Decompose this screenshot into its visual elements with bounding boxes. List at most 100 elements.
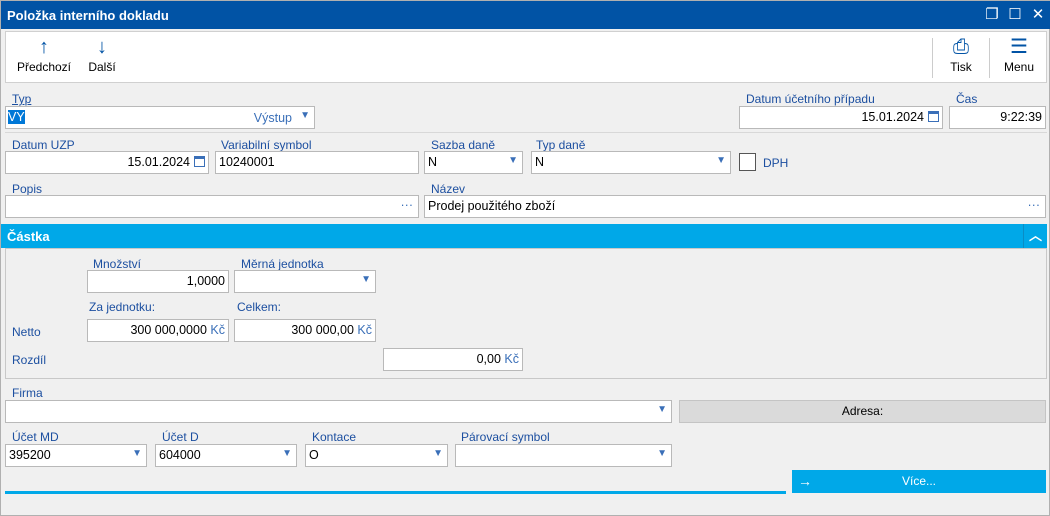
dropdown-icon: ▼ <box>300 110 310 121</box>
dropdown-icon: ▼ <box>508 155 518 166</box>
maximize-icon[interactable]: ☐ <box>1006 6 1024 24</box>
rozdil-value: 0,00 <box>476 352 501 366</box>
popis-label: Popis <box>12 182 43 196</box>
ucet-d-value: 604000 <box>159 448 201 462</box>
next-button[interactable]: ↓ Další <box>84 32 120 82</box>
datum-pripadu-input[interactable]: 15.01.2024 <box>739 106 943 129</box>
currency: Kč <box>357 323 372 337</box>
title-bar: Položka interního dokladu <box>1 1 1050 29</box>
sazba-dane-select[interactable]: N ▼ <box>424 151 523 174</box>
za-jednotku-input[interactable]: 300 000,0000 Kč <box>87 319 229 342</box>
parovaci-select[interactable]: ▼ <box>455 444 672 467</box>
popis-input[interactable]: ··· <box>5 195 419 218</box>
rozdil-input[interactable]: 0,00 Kč <box>383 348 523 371</box>
za-jednotku-label: Za jednotku: <box>89 300 156 314</box>
printer-icon: ⎙ <box>953 36 969 58</box>
typ-desc: Výstup <box>253 111 292 125</box>
dropdown-icon: ▼ <box>132 448 142 459</box>
sazba-dane-value: N <box>428 155 438 169</box>
ellipsis-icon[interactable]: ··· <box>1028 198 1041 212</box>
previous-button[interactable]: ↑ Předchozí <box>14 32 74 82</box>
print-button[interactable]: ⎙ Tisk <box>938 32 984 82</box>
datum-uzp-input[interactable]: 15.01.2024 <box>5 151 209 174</box>
ucet-md-select[interactable]: 395200 ▼ <box>5 444 147 467</box>
mnozstvi-label: Množství <box>93 257 142 271</box>
castka-title: Částka <box>7 229 50 244</box>
adresa-button[interactable]: Adresa: <box>679 400 1046 423</box>
arrow-up-icon: ↑ <box>39 36 49 58</box>
divider <box>989 38 990 78</box>
jednotka-label: Měrná jednotka <box>241 257 324 271</box>
firma-select[interactable]: ▼ <box>5 400 672 423</box>
typ-dane-label: Typ daně <box>536 138 586 152</box>
hamburger-icon: ☰ <box>1010 36 1028 58</box>
more-button[interactable]: → Více... <box>792 470 1046 493</box>
print-label: Tisk <box>950 60 972 74</box>
menu-label: Menu <box>1003 60 1035 74</box>
dropdown-icon: ▼ <box>716 155 726 166</box>
castka-section-header[interactable]: Částka ︿ <box>1 224 1047 248</box>
next-label: Další <box>88 60 116 74</box>
datum-uzp-value: 15.01.2024 <box>127 155 190 169</box>
ucet-md-label: Účet MD <box>12 430 59 444</box>
menu-button[interactable]: ☰ Menu <box>994 32 1044 82</box>
collapse-icon[interactable]: ︿ <box>1023 224 1047 248</box>
dropdown-icon: ▼ <box>433 448 443 459</box>
typ-dane-value: N <box>535 155 545 169</box>
dropdown-icon: ▼ <box>657 404 667 415</box>
celkem-input[interactable]: 300 000,00 Kč <box>234 319 376 342</box>
restore-icon[interactable]: ❐ <box>983 6 1001 24</box>
ucet-d-label: Účet D <box>162 430 199 444</box>
ucet-d-select[interactable]: 604000 ▼ <box>155 444 297 467</box>
cas-label: Čas <box>956 92 978 106</box>
mnozstvi-input[interactable]: 1,0000 <box>87 270 229 293</box>
divider <box>5 491 786 494</box>
kontace-label: Kontace <box>312 430 357 444</box>
dph-checkbox[interactable] <box>739 153 756 171</box>
dropdown-icon: ▼ <box>361 274 371 285</box>
nazev-label: Název <box>431 182 466 196</box>
calendar-icon[interactable] <box>194 156 205 167</box>
var-symbol-label: Variabilní symbol <box>221 138 312 152</box>
var-symbol-input[interactable]: 10240001 <box>215 151 419 174</box>
more-label: Více... <box>901 474 936 488</box>
sazba-dane-label: Sazba daně <box>431 138 496 152</box>
ellipsis-icon[interactable]: ··· <box>401 198 414 212</box>
datum-uzp-label: Datum UZP <box>12 138 75 152</box>
typ-value: VY <box>8 110 25 124</box>
datum-pripadu-label: Datum účetního případu <box>746 92 875 106</box>
close-icon[interactable]: ✕ <box>1029 6 1047 24</box>
jednotka-select[interactable]: ▼ <box>234 270 376 293</box>
typ-dane-select[interactable]: N ▼ <box>531 151 731 174</box>
window-title: Položka interního dokladu <box>7 8 169 23</box>
arrow-right-icon: → <box>798 473 812 489</box>
typ-select[interactable]: VY Výstup ▼ <box>5 106 315 129</box>
nazev-value: Prodej použitého zboží <box>428 199 556 213</box>
netto-label: Netto <box>12 325 41 339</box>
parovaci-label: Párovací symbol <box>461 430 550 444</box>
previous-label: Předchozí <box>16 60 72 74</box>
dph-label: DPH <box>763 156 789 170</box>
za-jednotku-value: 300 000,0000 <box>130 323 207 337</box>
datum-pripadu-value: 15.01.2024 <box>861 110 924 124</box>
calendar-icon[interactable] <box>928 111 939 122</box>
celkem-value: 300 000,00 <box>291 323 354 337</box>
firma-label: Firma <box>12 386 43 400</box>
nazev-input[interactable]: Prodej použitého zboží ··· <box>424 195 1046 218</box>
divider <box>5 132 1047 133</box>
castka-panel <box>5 248 1047 379</box>
currency: Kč <box>504 352 519 366</box>
dropdown-icon: ▼ <box>282 448 292 459</box>
arrow-down-icon: ↓ <box>97 36 107 58</box>
cas-input[interactable]: 9:22:39 <box>949 106 1046 129</box>
ucet-md-value: 395200 <box>9 448 51 462</box>
rozdil-label: Rozdíl <box>12 353 47 367</box>
celkem-label: Celkem: <box>237 300 282 314</box>
toolbar: ↑ Předchozí ↓ Další ⎙ Tisk ☰ Menu <box>5 31 1047 83</box>
divider <box>932 38 933 78</box>
currency: Kč <box>210 323 225 337</box>
dropdown-icon: ▼ <box>657 448 667 459</box>
kontace-value: O <box>309 448 319 462</box>
typ-label: Typ <box>12 92 32 106</box>
kontace-select[interactable]: O ▼ <box>305 444 448 467</box>
